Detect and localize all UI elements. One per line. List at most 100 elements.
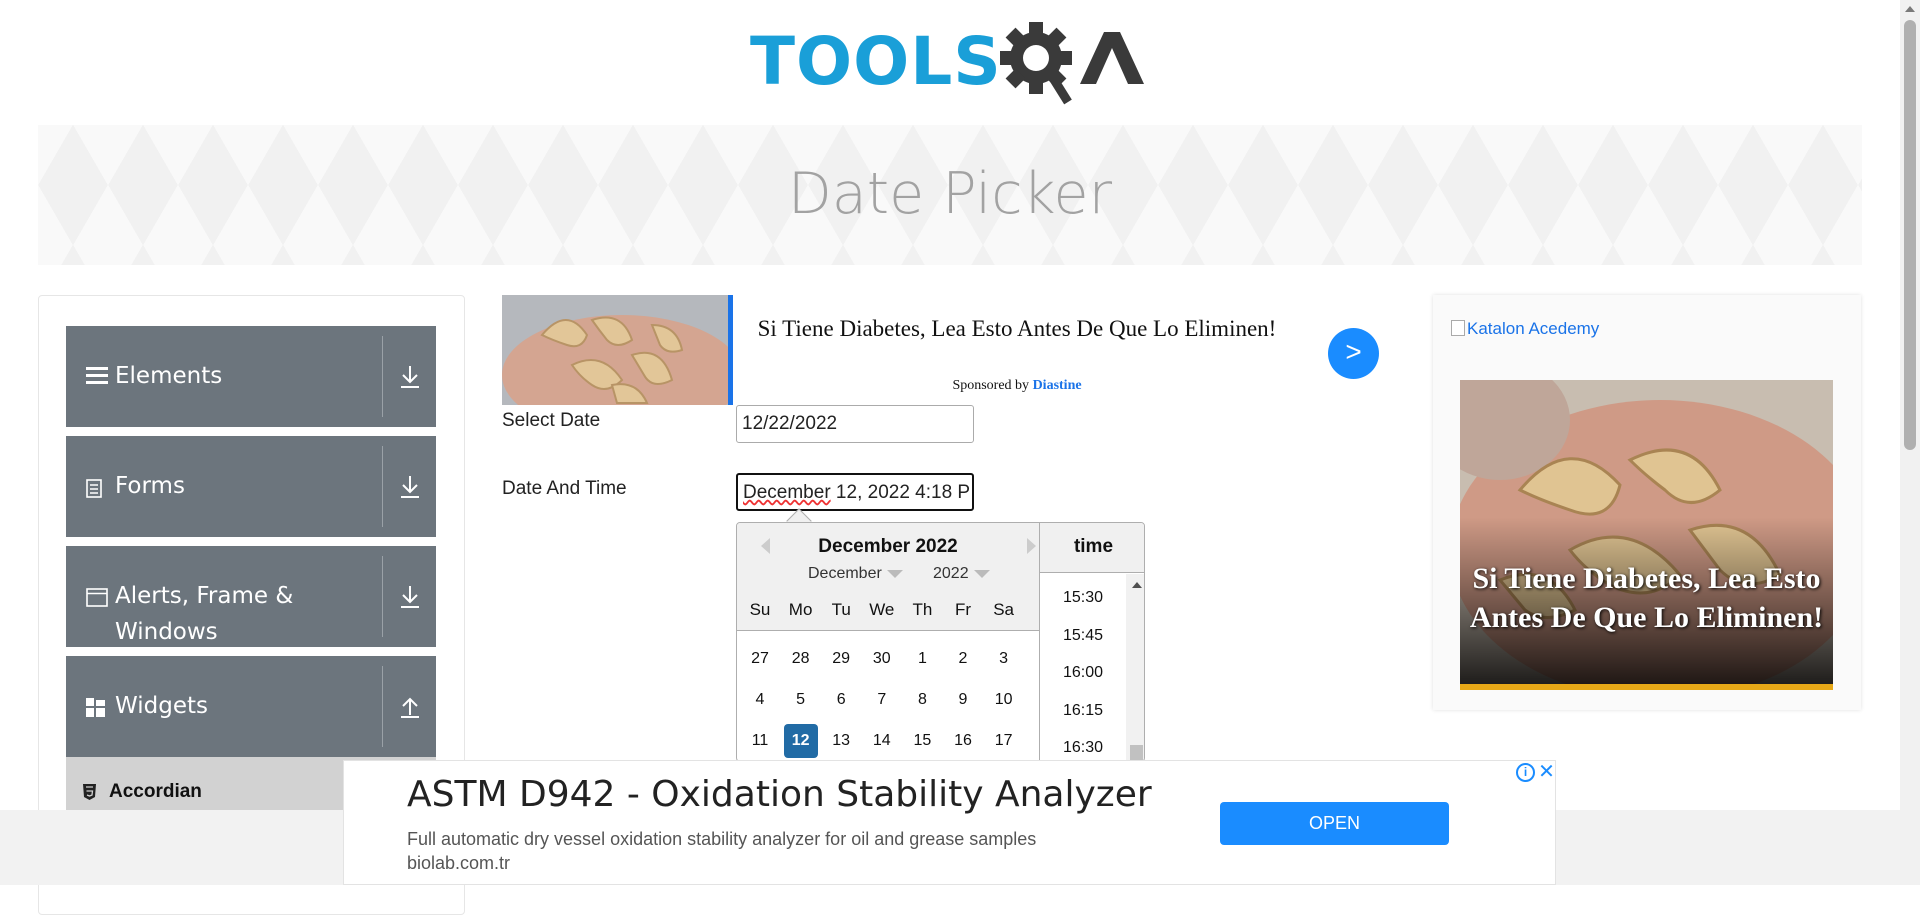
grid-icon: [86, 698, 105, 717]
sidebar-group-alerts[interactable]: Alerts, Frame & Windows: [66, 546, 436, 647]
chevron-down-icon: [886, 569, 903, 578]
weekday-label: We: [869, 600, 895, 619]
calendar-day[interactable]: 1: [905, 642, 939, 676]
footer-ad-domain[interactable]: biolab.com.tr: [407, 853, 510, 874]
document-icon: [86, 479, 102, 498]
ad-sponsor-name[interactable]: Diastine: [1033, 378, 1082, 393]
calendar-day[interactable]: 4: [743, 683, 777, 717]
footer-ad-title[interactable]: ASTM D942 - Oxidation Stability Analyzer: [407, 774, 1152, 815]
hamburger-icon: [86, 367, 108, 384]
chevron-down-icon: [973, 569, 990, 578]
ad-accent-bar: [728, 295, 733, 405]
date-time-input[interactable]: December 12, 2022 4:18 P: [736, 473, 974, 511]
ad-close-icon[interactable]: ✕: [1537, 762, 1556, 782]
calendar-day[interactable]: 7: [865, 683, 899, 717]
divider: [382, 666, 383, 747]
calendar-day[interactable]: 27: [743, 642, 777, 676]
right-ad-panel[interactable]: Katalon Acedemy Si Tiene Diabetes, Lea E…: [1433, 295, 1861, 710]
calendar-day[interactable]: 5: [784, 683, 818, 717]
datepicker-header: December 2022 December 2022 Su Mo Tu We Th Fr…: [737, 523, 1039, 631]
calendar-day[interactable]: 13: [824, 724, 858, 758]
calendar-day[interactable]: 17: [987, 724, 1021, 758]
logo-letter-a: [1080, 32, 1144, 84]
page-title: Date Picker: [787, 161, 1113, 227]
weekday-label: Su: [749, 600, 771, 619]
gear-icon: [1000, 22, 1072, 105]
calendar-day[interactable]: 12: [783, 724, 818, 758]
time-slot[interactable]: 15:30: [1040, 589, 1126, 607]
download-arrow-icon[interactable]: [398, 474, 422, 500]
scroll-up-arrow-icon[interactable]: [1132, 582, 1142, 588]
time-list-scrollbar[interactable]: [1126, 574, 1144, 761]
ad-info-icon[interactable]: i: [1516, 763, 1535, 782]
page-scrollbar[interactable]: [1900, 0, 1920, 885]
calendar-day[interactable]: 15: [905, 724, 939, 758]
weekday-label: Fr: [954, 600, 972, 619]
footer-ad-banner[interactable]: ASTM D942 - Oxidation Stability Analyzer…: [343, 760, 1556, 885]
calendar-day[interactable]: 2: [946, 642, 980, 676]
sidebar-group-label-line2: Windows: [115, 619, 218, 645]
time-slot[interactable]: 15:45: [1040, 627, 1126, 645]
sidebar-group-widgets[interactable]: Widgets: [66, 656, 436, 757]
footer-ad-open-button[interactable]: OPEN: [1220, 802, 1449, 845]
calendar-day[interactable]: 29: [824, 642, 858, 676]
ad-photo-overlay-text[interactable]: Si Tiene Diabetes, Lea Esto Antes De Que…: [1460, 559, 1833, 637]
katalon-academy-link[interactable]: Katalon Acedemy: [1451, 319, 1599, 339]
katalon-link-text: Katalon Acedemy: [1467, 319, 1600, 338]
select-date-label: Select Date: [502, 410, 601, 431]
year-dropdown-value: 2022: [933, 565, 969, 582]
calendar-day[interactable]: 9: [946, 683, 980, 717]
weekday-label: Sa: [993, 600, 1014, 619]
time-slot[interactable]: 16:30: [1040, 739, 1126, 757]
logo-text: TOOLS: [750, 23, 1002, 100]
ad-thumbnail-image[interactable]: [502, 295, 728, 405]
weekday-label: Tu: [831, 600, 851, 619]
date-time-value-month: December: [743, 482, 831, 503]
download-arrow-icon[interactable]: [398, 364, 422, 390]
weekday-label: Th: [912, 600, 933, 619]
time-header: time: [1040, 523, 1144, 573]
ad-headline[interactable]: Si Tiene Diabetes, Lea Esto Antes De Que…: [757, 313, 1277, 345]
scroll-up-arrow-icon[interactable]: [1905, 6, 1915, 12]
page-scroll-thumb[interactable]: [1904, 20, 1916, 450]
html5-icon: [83, 784, 96, 800]
toolsqa-logo[interactable]: TOOLS: [750, 18, 1152, 114]
divider: [382, 556, 383, 637]
ad-photo-cashews[interactable]: [1460, 380, 1833, 685]
calendar-day[interactable]: 14: [865, 724, 899, 758]
broken-image-icon: [1451, 320, 1465, 336]
month-dropdown-value: December: [808, 565, 882, 582]
sidebar-item-label: Accordian: [109, 781, 202, 802]
datepicker-popup: December 2022 December 2022 Su Mo Tu We Th Fr…: [736, 522, 1145, 762]
ad-sponsored-prefix: Sponsored by: [952, 378, 1030, 393]
calendar-day[interactable]: 11: [743, 724, 777, 758]
year-dropdown[interactable]: 2022: [933, 565, 990, 583]
calendar-day[interactable]: 16: [946, 724, 980, 758]
divider: [382, 336, 383, 417]
select-date-input[interactable]: 12/22/2022: [736, 405, 974, 443]
page-banner: Date Picker: [38, 125, 1862, 265]
sidebar-group-elements[interactable]: Elements: [66, 326, 436, 427]
calendar-day[interactable]: 30: [865, 642, 899, 676]
footer-ad-description: Full automatic dry vessel oxidation stab…: [407, 829, 1037, 849]
sidebar-group-label: Widgets: [115, 693, 208, 719]
window-icon: [86, 588, 108, 607]
calendar-day[interactable]: 28: [784, 642, 818, 676]
month-dropdown[interactable]: December: [808, 565, 903, 583]
download-arrow-icon[interactable]: [398, 584, 422, 610]
time-slot[interactable]: 16:00: [1040, 664, 1126, 682]
time-slot[interactable]: 16:15: [1040, 702, 1126, 720]
date-time-label: Date And Time: [502, 478, 627, 499]
calendar-day[interactable]: 6: [824, 683, 858, 717]
ad-go-button[interactable]: >: [1328, 328, 1379, 379]
sidebar-group-forms[interactable]: Forms: [66, 436, 436, 537]
weekday-label: Mo: [788, 600, 813, 619]
ad-sponsor-line: Sponsored by Diastine: [757, 378, 1277, 394]
sidebar-group-label: Elements: [115, 363, 223, 389]
calendar-day[interactable]: 10: [987, 683, 1021, 717]
sponsored-ad[interactable]: Si Tiene Diabetes, Lea Esto Antes De Que…: [502, 295, 1379, 405]
upload-arrow-icon[interactable]: [398, 694, 422, 720]
divider: [382, 446, 383, 527]
calendar-day[interactable]: 3: [987, 642, 1021, 676]
calendar-day[interactable]: 8: [905, 683, 939, 717]
